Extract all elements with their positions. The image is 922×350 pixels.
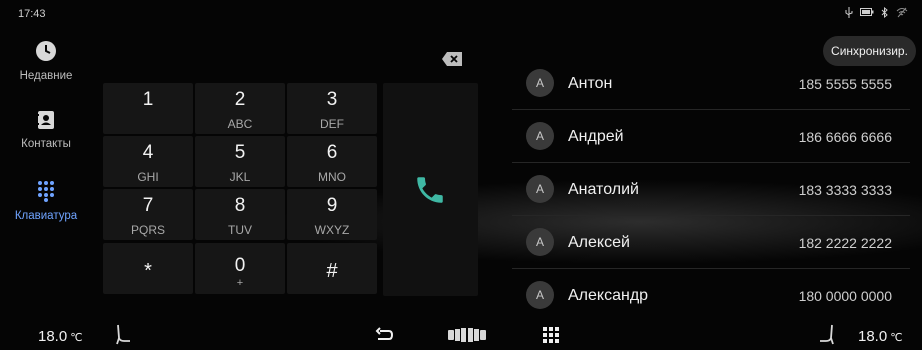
dial-keypad: 1 2 ABC 3 DEF 4 GHI 5 JKL 6 MNO 7 PQRS 8 — [103, 83, 378, 296]
key-digit: 0 — [234, 255, 246, 276]
right-temperature[interactable]: 18.0 ℃ — [858, 328, 903, 345]
key-6[interactable]: 6 MNO — [287, 136, 377, 187]
key-letters: ABC — [227, 117, 253, 131]
key-digit: # — [326, 260, 338, 282]
clock-icon — [0, 40, 92, 62]
contact-phone: 182 2222 2222 — [798, 235, 892, 251]
key-5[interactable]: 5 JKL — [195, 136, 285, 187]
phone-app-screen: 17:43 Недавние Контакты Клавиатура 1 2 A… — [0, 0, 922, 350]
avatar: A — [526, 281, 554, 309]
contacts-book-icon — [0, 110, 92, 130]
backspace-icon — [441, 52, 463, 71]
apps-grid-icon[interactable] — [543, 327, 559, 348]
key-8[interactable]: 8 TUV — [195, 189, 285, 240]
contact-name: Александр — [568, 287, 649, 304]
key-digit: 1 — [142, 89, 154, 110]
list-item[interactable]: A Антон 185 5555 5555 — [512, 57, 910, 110]
temp-unit: ℃ — [70, 332, 83, 344]
sidebar-item-label: Недавние — [19, 70, 73, 82]
right-temp-value: 18.0 — [858, 328, 888, 345]
sidebar-item-contacts[interactable]: Контакты — [0, 110, 92, 150]
list-item[interactable]: A Александр 180 0000 0000 — [512, 269, 910, 322]
key-letters: GHI — [137, 170, 159, 184]
contacts-list: A Антон 185 5555 5555 A Андрей 186 6666 … — [512, 57, 910, 325]
contact-phone: 186 6666 6666 — [798, 129, 892, 145]
status-bar: 17:43 — [0, 0, 922, 24]
key-1[interactable]: 1 — [103, 83, 193, 134]
key-4[interactable]: 4 GHI — [103, 136, 193, 187]
avatar: A — [526, 175, 554, 203]
key-letters: TUV — [228, 223, 252, 237]
contact-phone: 180 0000 0000 — [798, 288, 892, 304]
key-letters: MNO — [318, 170, 346, 184]
key-digit: 7 — [142, 195, 154, 216]
sidebar-item-label: Клавиатура — [14, 210, 78, 222]
key-digit: 5 — [234, 142, 246, 163]
key-letters: DEF — [320, 117, 344, 131]
sidebar-nav: Недавние Контакты Клавиатура — [0, 30, 92, 320]
key-digit: 6 — [326, 142, 338, 163]
contact-name: Андрей — [568, 128, 624, 145]
temp-unit: ℃ — [890, 332, 903, 344]
status-icons — [844, 6, 908, 21]
key-star[interactable]: * — [103, 243, 193, 294]
key-letters: + — [236, 277, 244, 289]
wifi-off-icon — [896, 7, 908, 21]
avatar: A — [526, 122, 554, 150]
back-icon[interactable] — [375, 326, 394, 349]
bluetooth-icon — [880, 6, 890, 21]
key-digit: 2 — [234, 89, 246, 110]
list-item[interactable]: A Алексей 182 2222 2222 — [512, 216, 910, 269]
seat-right-icon[interactable] — [818, 324, 836, 350]
contact-name: Алексей — [568, 234, 630, 251]
key-7[interactable]: 7 PQRS — [103, 189, 193, 240]
key-0[interactable]: 0 + — [195, 243, 285, 294]
sidebar-item-label: Контакты — [21, 138, 71, 150]
key-hash[interactable]: # — [287, 243, 377, 294]
key-digit: 4 — [142, 142, 154, 163]
usb-icon — [844, 7, 854, 21]
contact-name: Анатолий — [568, 181, 639, 198]
left-temperature[interactable]: 18.0 ℃ — [38, 328, 83, 345]
key-letters: PQRS — [130, 223, 165, 237]
dialpad-icon — [0, 180, 92, 202]
key-letters: JKL — [229, 170, 251, 184]
key-3[interactable]: 3 DEF — [287, 83, 377, 134]
key-digit: * — [144, 260, 152, 282]
key-digit: 9 — [326, 195, 338, 216]
contact-name: Антон — [568, 75, 613, 92]
key-digit: 3 — [326, 89, 338, 110]
status-clock: 17:43 — [18, 8, 46, 20]
key-2[interactable]: 2 ABC — [195, 83, 285, 134]
seat-left-icon[interactable] — [114, 324, 132, 350]
avatar: A — [526, 69, 554, 97]
bottom-bar: 18.0 ℃ 18.0 ℃ — [0, 322, 922, 350]
list-item[interactable]: A Анатолий 183 3333 3333 — [512, 163, 910, 216]
contact-phone: 185 5555 5555 — [798, 76, 892, 92]
sidebar-item-keypad[interactable]: Клавиатура — [0, 180, 92, 222]
key-9[interactable]: 9 WXYZ — [287, 189, 377, 240]
avatar: A — [526, 228, 554, 256]
key-letters: WXYZ — [314, 223, 350, 237]
call-button[interactable] — [383, 83, 478, 296]
list-item[interactable]: A Андрей 186 6666 6666 — [512, 110, 910, 163]
sidebar-item-recent[interactable]: Недавние — [0, 40, 92, 82]
car-logo-icon[interactable] — [448, 327, 486, 348]
delete-button[interactable] — [441, 51, 463, 67]
battery-icon — [860, 7, 874, 21]
key-digit: 8 — [234, 195, 246, 216]
contact-phone: 183 3333 3333 — [798, 182, 892, 198]
left-temp-value: 18.0 — [38, 328, 68, 345]
phone-icon — [413, 173, 447, 212]
